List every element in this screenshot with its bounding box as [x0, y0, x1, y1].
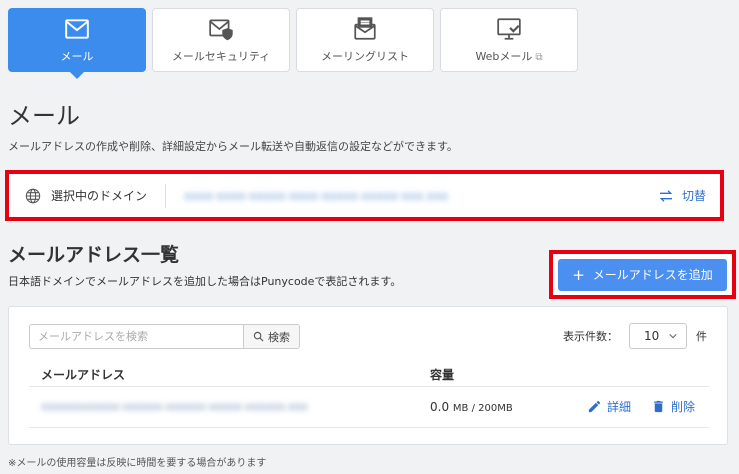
detail-button[interactable]: 詳細 [587, 398, 631, 415]
search-bar: 検索 [29, 324, 300, 349]
mail-icon [65, 19, 89, 39]
tab-label: メール [60, 50, 94, 63]
tab-mail[interactable]: メール [8, 8, 146, 79]
table-row-capacity: 0.0 MB / 200MB [430, 400, 513, 414]
switch-domain-label: 切替 [681, 189, 706, 203]
column-header-email: メールアドレス [41, 368, 126, 382]
pencil-icon [588, 400, 601, 413]
add-email-button[interactable]: + メールアドレスを追加 [558, 258, 727, 291]
tab-mail-security[interactable]: メールセキュリティ [152, 8, 290, 72]
delete-button[interactable]: 削除 [651, 398, 695, 415]
add-email-highlight: + メールアドレスを追加 [549, 250, 736, 299]
per-page-select[interactable]: 10 [629, 323, 687, 349]
external-link-icon: ⧉ [535, 52, 543, 63]
page-title: メール [8, 102, 80, 130]
per-page-label: 表示件数： [563, 330, 618, 343]
switch-domain-button[interactable]: 切替 [658, 187, 706, 204]
section-title: メールアドレス一覧 [8, 244, 180, 266]
per-page-control: 表示件数： 10 件 [563, 323, 707, 349]
detail-label: 詳細 [607, 400, 632, 414]
section-description: 日本語ドメインでメールアドレスを追加した場合はPunycodeで表記されます。 [8, 275, 402, 288]
search-input[interactable] [29, 324, 243, 349]
add-email-label: メールアドレスを追加 [592, 268, 713, 282]
search-button[interactable]: 検索 [243, 324, 300, 349]
email-list-card: 検索 表示件数： 10 件 メールアドレス 容量 xxxxxxxxxxxx-xx… [8, 306, 728, 445]
selected-domain-label: 選択中のドメイン [51, 189, 148, 203]
mail-shield-icon [209, 19, 233, 41]
mailing-list-icon [354, 17, 376, 40]
selected-domain-value: xxxx-xxxx-xxxxx-xxxx-xxxxx-xxxxx-xxx.xxx [184, 188, 449, 203]
tab-label: メールセキュリティ [171, 50, 271, 63]
footnote: ※メールの使用容量は反映に時間を要する場合があります [8, 458, 267, 469]
table-row-email: xxxxxxxxxxxx-xxxxxx-xxxxxx-xxxxx-xxxxxx.… [41, 400, 308, 413]
delete-label: 削除 [671, 400, 696, 414]
divider [165, 183, 167, 208]
search-button-label: 検索 [268, 330, 290, 344]
webmail-icon [497, 18, 521, 40]
column-header-capacity: 容量 [430, 368, 455, 382]
tab-webmail[interactable]: Webメール ⧉ [440, 8, 578, 72]
per-page-unit: 件 [696, 330, 707, 343]
tab-label: メーリングリスト [321, 50, 409, 63]
trash-icon [654, 400, 663, 413]
header-divider [29, 386, 709, 387]
per-page-value: 10 [644, 329, 660, 343]
tab-label: Webメール ⧉ [475, 50, 543, 63]
selected-domain-panel: 選択中のドメイン xxxx-xxxx-xxxxx-xxxx-xxxxx-xxxx… [5, 170, 724, 221]
service-tabs: メール メールセキュリティ メーリングリスト Webメール ⧉ [8, 8, 578, 79]
row-divider [29, 427, 709, 428]
swap-arrows-icon [659, 189, 673, 202]
tab-mailing-list[interactable]: メーリングリスト [296, 8, 434, 72]
plus-icon: + [572, 265, 585, 284]
chevron-down-icon [669, 333, 677, 339]
globe-icon [25, 188, 41, 203]
page-description: メールアドレスの作成や削除、詳細設定からメール転送や自動返信の設定などができます… [8, 140, 458, 153]
search-icon [253, 331, 264, 342]
